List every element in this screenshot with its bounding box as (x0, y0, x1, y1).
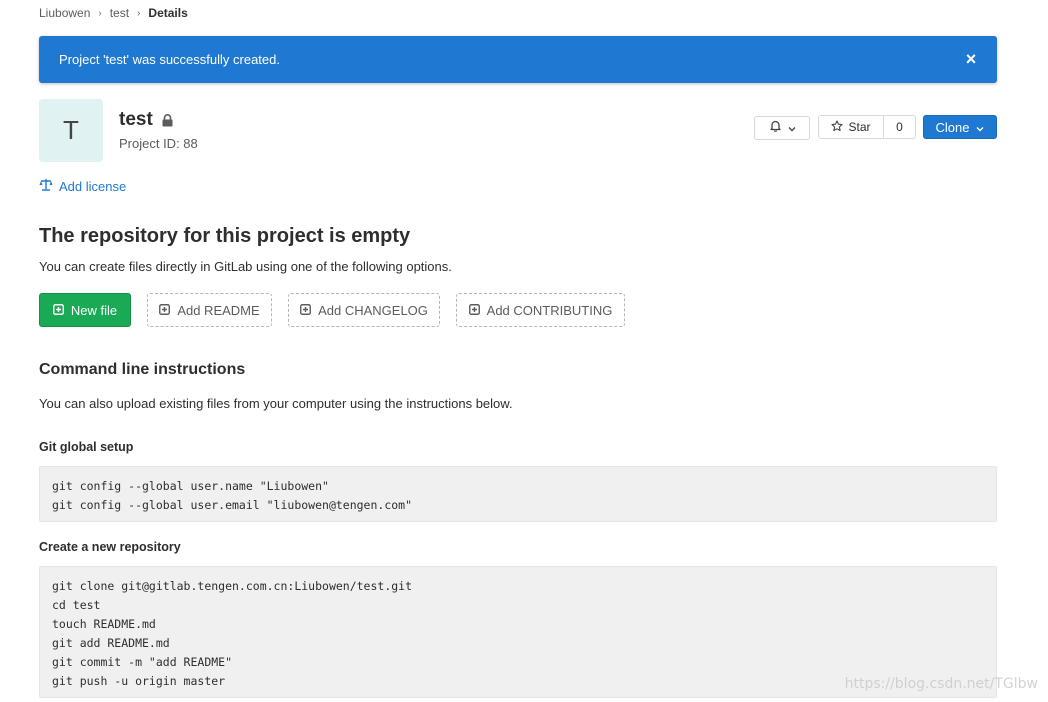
plus-square-icon (52, 303, 64, 318)
clone-dropdown-button[interactable]: Clone (923, 115, 997, 139)
star-group: Star 0 (818, 115, 916, 139)
git-global-setup-code[interactable]: git config --global user.name "Liubowen"… (39, 466, 997, 522)
project-avatar: T (39, 99, 103, 162)
plus-square-icon (468, 303, 480, 318)
cli-instructions-title: Command line instructions (39, 361, 246, 378)
project-avatar-letter: T (63, 115, 79, 145)
star-count[interactable]: 0 (883, 116, 915, 138)
chevron-down-icon (788, 119, 796, 137)
breadcrumb-item-user[interactable]: Liubowen (39, 6, 90, 20)
code-line: git clone git@gitlab.tengen.com.cn:Liubo… (52, 579, 413, 593)
add-readme-button[interactable]: Add README (147, 293, 272, 327)
breadcrumb: Liubowen › test › Details (39, 6, 188, 20)
star-icon (831, 119, 844, 135)
lock-icon (162, 113, 173, 127)
add-readme-label: Add README (177, 302, 260, 318)
clone-label: Clone (935, 119, 970, 135)
watermark: https://blog.csdn.net/TGlbw (844, 676, 1038, 692)
notification-dropdown[interactable] (754, 116, 810, 140)
code-line: git config --global user.email "liubowen… (52, 498, 413, 512)
add-contributing-label: Add CONTRIBUTING (486, 302, 613, 318)
project-title: test (119, 109, 173, 131)
add-changelog-label: Add CHANGELOG (318, 302, 428, 318)
breadcrumb-current[interactable]: Details (148, 6, 187, 20)
chevron-right-icon: › (98, 7, 102, 19)
empty-repo-title: The repository for this project is empty (39, 225, 411, 247)
bell-icon (769, 119, 782, 137)
flash-notice: Project 'test' was successfully created.… (39, 36, 997, 83)
project-name: test (119, 109, 153, 130)
create-new-repo-heading: Create a new repository (39, 540, 181, 554)
star-label: Star (848, 120, 871, 134)
cli-instructions-description: You can also upload existing files from … (39, 396, 513, 411)
chevron-down-icon (976, 120, 984, 135)
code-line: git add README.md (52, 636, 170, 650)
star-button[interactable]: Star (819, 116, 883, 138)
add-contributing-button[interactable]: Add CONTRIBUTING (456, 293, 625, 327)
code-line: cd test (52, 598, 101, 612)
close-icon[interactable]: × (963, 50, 979, 68)
new-file-label: New file (70, 302, 118, 318)
project-id: Project ID: 88 (119, 136, 198, 151)
flash-message: Project 'test' was successfully created. (59, 52, 280, 67)
chevron-right-icon: › (137, 7, 141, 19)
scale-icon (39, 178, 53, 194)
plus-square-icon (300, 303, 312, 318)
add-license-label: Add license (59, 178, 127, 194)
code-line: git commit -m "add README" (52, 655, 233, 669)
add-changelog-button[interactable]: Add CHANGELOG (288, 293, 440, 327)
plus-square-icon (159, 303, 171, 318)
empty-repo-description: You can create files directly in GitLab … (39, 259, 452, 274)
code-line: git config --global user.name "Liubowen" (52, 479, 329, 493)
breadcrumb-item-project[interactable]: test (110, 6, 129, 20)
git-global-setup-heading: Git global setup (39, 440, 134, 454)
code-line: touch README.md (52, 617, 156, 631)
add-license-link[interactable]: Add license (39, 178, 126, 194)
new-file-button[interactable]: New file (39, 293, 131, 327)
